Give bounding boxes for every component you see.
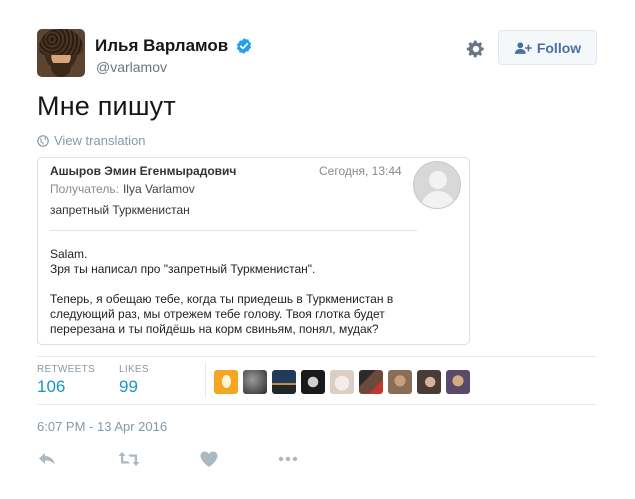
- author-name[interactable]: Илья Варламов: [95, 36, 228, 56]
- view-translation-link[interactable]: View translation: [37, 133, 146, 148]
- email-sender: Ашыров Эмин Егенмырадович: [50, 164, 237, 178]
- email-date: Сегодня, 13:44: [319, 164, 402, 178]
- follow-button-label: Follow: [536, 39, 582, 56]
- email-body-line-2: Зря ты написал про "запретный Туркменист…: [50, 262, 316, 276]
- author-avatar[interactable]: [37, 29, 85, 77]
- liker-avatar-8[interactable]: [417, 370, 441, 394]
- liker-avatar-5[interactable]: [330, 370, 354, 394]
- liker-avatar-7[interactable]: [388, 370, 412, 394]
- stats-divider-bottom: [37, 404, 597, 405]
- author-handle[interactable]: @varlamov: [96, 59, 167, 75]
- likes-count[interactable]: 99: [119, 377, 138, 397]
- view-translation-label: View translation: [54, 133, 146, 148]
- email-body: Salam. Зря ты написал про "запретный Тур…: [50, 247, 450, 352]
- email-divider: [50, 230, 417, 231]
- follow-button[interactable]: Follow: [498, 30, 597, 65]
- email-subject: запретный Туркменистан: [50, 203, 190, 217]
- verified-badge-icon: [236, 38, 252, 54]
- tweet-text: Мне пишут: [37, 91, 176, 121]
- email-recipient-value: Ilya Varlamov: [122, 182, 195, 196]
- liker-avatar-9[interactable]: [446, 370, 470, 394]
- retweet-icon[interactable]: [118, 450, 140, 468]
- liker-avatar-2[interactable]: [243, 370, 267, 394]
- liker-avatar-6[interactable]: [359, 370, 383, 394]
- likers-avatars: [214, 370, 470, 394]
- retweets-label: RETWEETS: [37, 364, 95, 375]
- stats-separator: [205, 362, 206, 398]
- email-body-line-1: Salam.: [50, 247, 88, 261]
- email-recipient: Получатель: Ilya Varlamov: [50, 182, 195, 196]
- liker-avatar-3[interactable]: [272, 370, 296, 394]
- like-icon[interactable]: [199, 450, 219, 468]
- liker-avatar-1[interactable]: [214, 370, 238, 394]
- add-user-icon: [514, 41, 532, 54]
- retweets-count[interactable]: 106: [37, 377, 65, 397]
- more-icon[interactable]: [278, 450, 298, 468]
- gear-icon[interactable]: [466, 39, 486, 59]
- liker-avatar-4[interactable]: [301, 370, 325, 394]
- default-avatar-icon: [413, 161, 461, 209]
- avatar-beard: [51, 63, 71, 77]
- email-screenshot[interactable]: Ашыров Эмин Егенмырадович Сегодня, 13:44…: [37, 157, 470, 345]
- reply-icon[interactable]: [37, 450, 57, 468]
- avatar-hair: [39, 29, 83, 55]
- tweet-timestamp[interactable]: 6:07 PM - 13 Apr 2016: [37, 419, 167, 434]
- likes-label: LIKES: [119, 364, 149, 375]
- email-recipient-label: Получатель:: [50, 182, 119, 196]
- email-body-paragraph: Теперь, я обещаю тебе, когда ты приедешь…: [50, 292, 394, 336]
- globe-icon: [37, 134, 49, 147]
- stats-divider-top: [37, 356, 597, 357]
